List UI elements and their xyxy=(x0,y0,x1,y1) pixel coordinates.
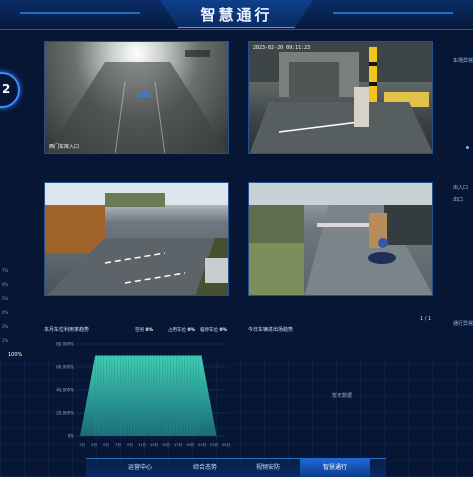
legend-temporary: 临停车位 0% xyxy=(200,328,228,333)
y-tick-label: 20,000% xyxy=(56,411,74,416)
nav-operations-center[interactable]: 运营中心 xyxy=(115,462,165,471)
x-tick-label: 5日 xyxy=(103,443,109,447)
road-scene xyxy=(45,183,228,295)
garage-scene xyxy=(46,50,228,153)
camera-feed-1[interactable]: 西门车库入口 xyxy=(44,41,229,154)
empty-state: 暂无数据 xyxy=(332,393,353,399)
legend-free: 空闲 0% xyxy=(135,328,154,333)
header-right-line xyxy=(333,12,453,14)
y-tick-label: 80,000% xyxy=(56,342,74,347)
right-dot-1 xyxy=(466,146,469,149)
camera-feed-4[interactable] xyxy=(248,182,433,296)
x-tick-label: 11日 xyxy=(138,443,146,447)
legend-occupied: 占用车位 0% xyxy=(168,328,196,333)
x-tick-label: 3日 xyxy=(91,443,97,447)
left-percent: 100% xyxy=(8,352,23,358)
utilization-area-chart: 80,000% 60,000% 40,000% 20,000% 0% 1日 3日 5日 7日 9日… xyxy=(56,342,230,448)
entrance-scene xyxy=(249,183,432,295)
right-label-2: 出入口 xyxy=(453,185,469,191)
utilization-chart-title: 本月车位利用率趋势 xyxy=(44,327,90,333)
x-tick-label: 7日 xyxy=(115,443,121,447)
nav-smart-traffic[interactable]: 智慧通行 xyxy=(310,462,360,471)
y-tick-label: 60,000% xyxy=(56,365,74,370)
x-tick-label: 1日 xyxy=(79,443,85,447)
left-tick-4: 4% xyxy=(2,310,9,315)
x-tick-label: 17日 xyxy=(174,443,182,447)
camera-1-label: 西门车库入口 xyxy=(49,144,80,150)
right-label-4: 通行异常 xyxy=(453,321,473,327)
x-tick-label: 19日 xyxy=(186,443,194,447)
x-tick-label: 9日 xyxy=(127,443,133,447)
x-tick-label: 15日 xyxy=(162,443,170,447)
left-tick-2: 6% xyxy=(2,282,9,287)
x-tick-label: 21日 xyxy=(198,443,206,447)
camera-feed-3[interactable] xyxy=(44,182,229,296)
nav-situation[interactable]: 综合态势 xyxy=(180,462,230,471)
left-tick-3: 5% xyxy=(2,296,9,301)
x-tick-label: 23日 xyxy=(210,443,218,447)
camera-feed-2[interactable]: 2023-02-20 09:11:23 xyxy=(248,41,433,154)
nav-video-security[interactable]: 视频安防 xyxy=(243,462,293,471)
header-left-line xyxy=(20,12,140,14)
pagination[interactable]: 1 / 1 xyxy=(420,316,431,322)
left-tick-5: 3% xyxy=(2,324,9,329)
right-label-1: 车场异常 xyxy=(453,58,473,64)
y-tick-label: 40,000% xyxy=(56,388,74,393)
x-tick-label: 13日 xyxy=(150,443,158,447)
traffic-chart-title: 今日车辆进出场趋势 xyxy=(248,327,294,333)
left-tick-1: 7% xyxy=(2,268,9,273)
x-tick-label: 25日 xyxy=(222,443,230,447)
gate-scene xyxy=(249,42,432,153)
camera-2-timestamp: 2023-02-20 09:11:23 xyxy=(253,45,311,51)
y-tick-label: 0% xyxy=(68,434,75,439)
summary-ring: 2 xyxy=(0,72,20,108)
ring-value: 2 xyxy=(2,82,11,96)
page-title: 智慧通行 xyxy=(200,6,273,24)
left-tick-6: 2% xyxy=(2,338,9,343)
right-label-3: 出口 xyxy=(453,197,464,203)
